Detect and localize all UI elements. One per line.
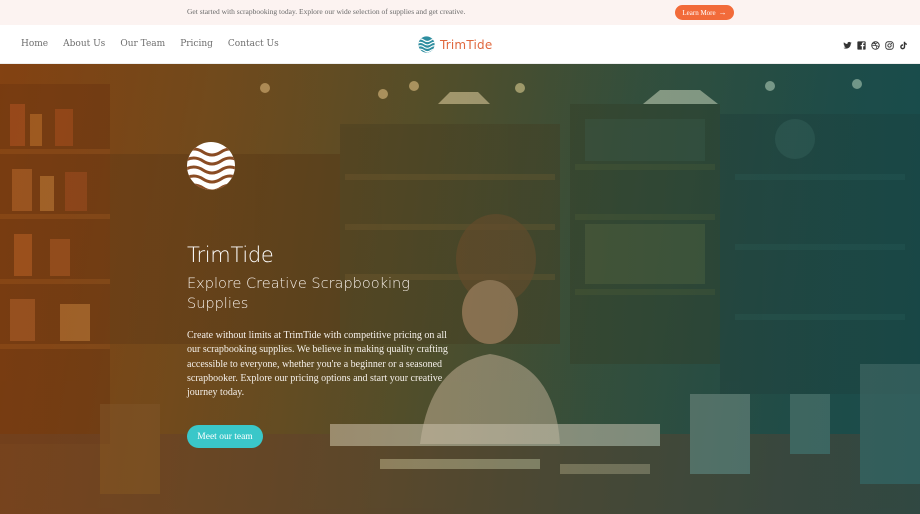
wave-globe-icon	[187, 142, 235, 190]
dribbble-icon[interactable]	[870, 40, 880, 50]
meet-our-team-button[interactable]: Meet our team	[187, 425, 263, 448]
learn-more-button[interactable]: Learn More →	[675, 5, 734, 20]
announcement-text: Get started with scrapbooking today. Exp…	[187, 7, 466, 16]
brand-name: TrimTide	[440, 37, 493, 52]
hero-section: TrimTide Explore Creative Scrapbooking S…	[0, 64, 920, 514]
wave-globe-icon	[418, 36, 435, 53]
tiktok-icon[interactable]	[898, 40, 908, 50]
twitter-icon[interactable]	[842, 40, 852, 50]
hero-subtitle: Explore Creative Scrapbooking Supplies	[187, 276, 410, 312]
hero-title: TrimTide	[187, 243, 274, 267]
nav-pricing[interactable]: Pricing	[180, 39, 213, 49]
nav-home[interactable]: Home	[21, 39, 48, 49]
nav-about-us[interactable]: About Us	[63, 39, 105, 49]
learn-more-label: Learn More	[682, 8, 716, 17]
site-header: Home About Us Our Team Pricing Contact U…	[0, 25, 920, 64]
nav-our-team[interactable]: Our Team	[120, 39, 165, 49]
hero-overlay	[0, 64, 920, 514]
hero-description: Create without limits at TrimTide with c…	[187, 330, 448, 399]
nav-contact-us[interactable]: Contact Us	[228, 39, 279, 49]
arrow-right-icon: →	[718, 7, 727, 17]
instagram-icon[interactable]	[884, 40, 894, 50]
brand-logo[interactable]: TrimTide	[418, 36, 492, 53]
main-nav: Home About Us Our Team Pricing Contact U…	[21, 39, 279, 49]
social-links	[842, 40, 908, 50]
facebook-icon[interactable]	[856, 40, 866, 50]
announcement-bar: Get started with scrapbooking today. Exp…	[0, 0, 920, 25]
